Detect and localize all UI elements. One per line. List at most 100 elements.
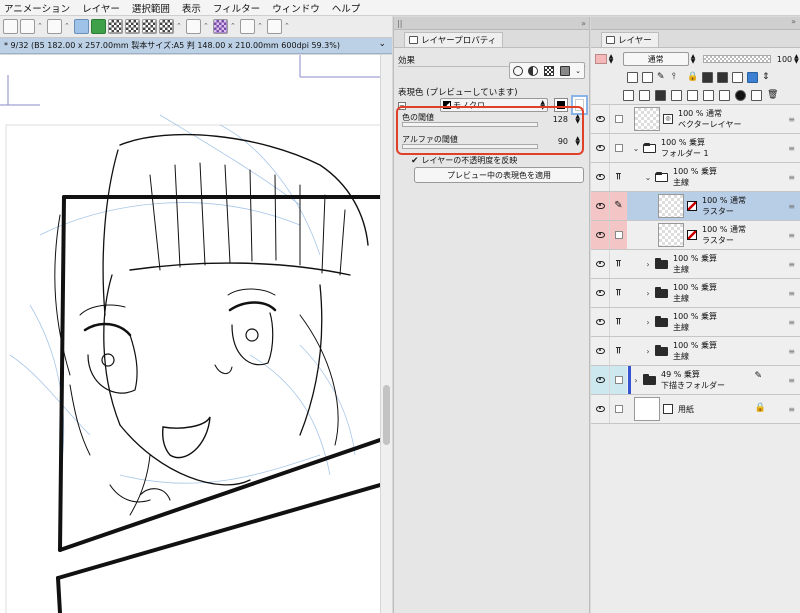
chevron-updown-icon[interactable]: ⌃ <box>230 19 238 34</box>
pin-icon[interactable]: ⫯ <box>672 72 683 83</box>
stepper-icon[interactable]: ▲ ▼ <box>794 54 800 65</box>
pattern-effect-icon[interactable] <box>543 65 554 76</box>
checker-icon[interactable] <box>142 19 157 34</box>
chevron-updown-icon[interactable]: ⌃ <box>257 19 265 34</box>
layer-row[interactable]: ⫪ › 100 % 乗算 主線 ≡ <box>591 308 800 337</box>
frame-icon[interactable] <box>3 19 18 34</box>
chevron-down-icon[interactable]: ⌃ <box>37 19 45 34</box>
combine-icon[interactable] <box>687 90 698 101</box>
lock-transparency-icon[interactable] <box>702 71 713 83</box>
layer-row[interactable]: ⫪ › 100 % 乗算 主線 ≡ <box>591 279 800 308</box>
menu-layer[interactable]: レイヤー <box>82 1 120 15</box>
menu-filter[interactable]: フィルター <box>213 1 260 15</box>
layer-edit-toggle[interactable] <box>609 105 627 133</box>
collapse-panel-icon[interactable]: » <box>581 19 586 28</box>
clip-icon[interactable] <box>627 71 638 83</box>
layer-row[interactable]: 用紙 🔒 ≡ <box>591 395 800 424</box>
page-icon[interactable] <box>47 19 62 34</box>
chevron-right-icon[interactable]: › <box>643 347 653 356</box>
visibility-toggle[interactable] <box>591 250 609 278</box>
ruler-icon[interactable] <box>732 71 743 83</box>
visibility-toggle[interactable] <box>591 221 609 249</box>
mask-icon[interactable] <box>717 71 728 83</box>
layer-color-swatch[interactable] <box>595 54 607 64</box>
layer-row[interactable]: 100 % 通常 ラスター ≡ <box>591 221 800 250</box>
stepper-icon[interactable]: ▲ ▼ <box>609 54 615 65</box>
opacity-value[interactable]: 100 <box>775 55 792 64</box>
checkmark-icon[interactable]: ✔ <box>411 156 419 166</box>
new-folder-icon[interactable] <box>655 90 666 101</box>
chevron-right-icon[interactable]: › <box>631 376 641 385</box>
tone-effect-icon[interactable] <box>528 65 539 76</box>
reference-icon[interactable] <box>642 71 653 83</box>
layer-row[interactable]: › 49 % 乗算 下描きフォルダー ✎ ≡ <box>591 366 800 395</box>
layer-row[interactable]: ⌄ 100 % 乗算 フォルダー 1 ≡ <box>591 134 800 163</box>
layers-icon[interactable] <box>240 19 255 34</box>
trash-icon[interactable]: 🗑 <box>767 90 778 101</box>
grid-icon[interactable] <box>125 19 140 34</box>
chevron-updown-icon[interactable]: ⌃ <box>284 19 292 34</box>
drag-handle-icon[interactable]: ≡ <box>788 144 795 153</box>
layer-row[interactable]: ⫪ ⌄ 100 % 乗算 主線 ≡ <box>591 163 800 192</box>
visibility-toggle[interactable] <box>591 134 609 162</box>
drag-handle-icon[interactable]: ≡ <box>788 289 795 298</box>
drag-handle-icon[interactable]: ≡ <box>788 376 795 385</box>
fit-icon[interactable] <box>20 19 35 34</box>
chevron-down-icon[interactable]: ⌄ <box>378 39 386 49</box>
chevron-updown-icon[interactable]: ⌃ <box>64 19 72 34</box>
selection-icon[interactable] <box>267 19 282 34</box>
chevron-updown-icon[interactable]: ⌃ <box>203 19 211 34</box>
layer-row[interactable]: ◎ 100 % 通常 ベクターレイヤー ≡ <box>591 105 800 134</box>
grip-icon[interactable]: || <box>397 19 402 28</box>
transparency-icon[interactable] <box>108 19 123 34</box>
merge-icon[interactable] <box>703 90 714 101</box>
layer-edit-toggle[interactable]: ⫪ <box>609 250 627 278</box>
border-effect-icon[interactable] <box>512 65 523 76</box>
chevron-right-icon[interactable]: › <box>643 260 653 269</box>
zoom-selected-icon[interactable] <box>74 19 89 34</box>
chevron-down-icon[interactable]: ⌄ <box>643 173 653 182</box>
menu-selection[interactable]: 選択範囲 <box>132 1 170 15</box>
visibility-toggle[interactable] <box>591 395 609 423</box>
opacity-slider[interactable] <box>702 55 771 63</box>
tab-layer[interactable]: レイヤー <box>601 32 659 47</box>
layer-edit-toggle[interactable] <box>609 395 627 423</box>
layer-edit-toggle[interactable]: ⫪ <box>609 279 627 307</box>
visibility-toggle[interactable] <box>591 192 609 220</box>
layer-color-icon[interactable] <box>559 65 570 76</box>
drag-handle-icon[interactable]: ≡ <box>788 173 795 182</box>
color-filter-icon[interactable] <box>213 19 228 34</box>
pattern-icon[interactable] <box>159 19 174 34</box>
visibility-toggle[interactable] <box>591 105 609 133</box>
transfer-icon[interactable] <box>671 90 682 101</box>
document-tab[interactable]: * 9/32 (B5 182.00 x 257.00mm 製本サイズ:A5 判 … <box>0 38 392 54</box>
chevron-updown-icon[interactable]: ⇕ <box>762 72 773 83</box>
layer-edit-toggle[interactable] <box>609 366 627 394</box>
lock-icon[interactable]: 🔒 <box>687 72 698 83</box>
drag-handle-icon[interactable]: ≡ <box>788 260 795 269</box>
draft-icon[interactable]: ✎ <box>657 72 668 83</box>
drag-handle-icon[interactable]: ≡ <box>788 318 795 327</box>
collapse-panel-icon[interactable]: » <box>591 17 800 30</box>
visibility-toggle[interactable] <box>591 308 609 336</box>
drag-handle-icon[interactable]: ≡ <box>788 347 795 356</box>
menu-help[interactable]: ヘルプ <box>332 1 361 15</box>
scrollbar-thumb[interactable] <box>383 385 390 445</box>
stepper-icon[interactable]: ▲ ▼ <box>691 54 697 65</box>
opacity-checkbox-row[interactable]: ✔ レイヤーの不透明度を反映 <box>411 155 517 166</box>
layer-row[interactable]: ✎ 100 % 通常 ラスター ≡ <box>591 192 800 221</box>
layer-color-icon[interactable] <box>747 71 758 83</box>
layer-edit-toggle[interactable]: ⫪ <box>609 308 627 336</box>
mask-add-icon[interactable] <box>719 90 730 101</box>
layer-row[interactable]: ⫪ › 100 % 乗算 主線 ≡ <box>591 337 800 366</box>
layer-edit-toggle[interactable]: ✎ <box>609 192 627 220</box>
layer-edit-toggle[interactable]: ⫪ <box>609 163 627 191</box>
rotate-icon[interactable] <box>91 19 106 34</box>
new-vector-icon[interactable] <box>639 90 650 101</box>
drag-handle-icon[interactable]: ≡ <box>788 405 795 414</box>
drag-handle-icon[interactable]: ≡ <box>788 115 795 124</box>
layer-edit-toggle[interactable]: ⫪ <box>609 337 627 365</box>
blend-mode-select[interactable]: 通常 <box>622 52 689 66</box>
chevron-right-icon[interactable]: › <box>643 289 653 298</box>
copy-icon[interactable] <box>751 90 762 101</box>
